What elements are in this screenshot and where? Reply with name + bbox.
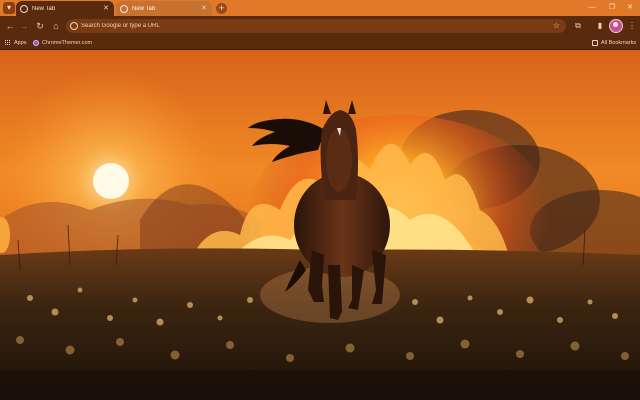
tab-close-icon[interactable]: ✕ xyxy=(102,5,110,13)
new-tab-background xyxy=(0,50,640,400)
bookmark-label: Apps xyxy=(14,40,27,46)
tab-title: New Tab xyxy=(132,5,156,12)
window-close-icon[interactable]: ✕ xyxy=(620,0,640,16)
omnibox-input[interactable] xyxy=(81,20,541,32)
home-icon[interactable]: ⌂ xyxy=(50,20,62,32)
back-arrow-icon[interactable]: ← xyxy=(4,20,16,32)
profile-avatar[interactable] xyxy=(609,19,623,33)
tab-close-icon[interactable]: ✕ xyxy=(200,5,208,13)
new-tab-button[interactable]: + xyxy=(216,3,227,14)
new-tab-favicon-icon xyxy=(20,4,28,13)
bookmark-label: ChromeThemer.com xyxy=(42,40,93,46)
tab-title: New Tab xyxy=(32,5,56,12)
kebab-menu-icon[interactable]: ⋮ xyxy=(626,20,638,32)
side-panel-icon[interactable]: ▮ xyxy=(594,20,606,32)
minimize-icon[interactable]: — xyxy=(582,0,602,16)
bookmarks-bar: Apps ChromeThemer.com All Bookmarks xyxy=(0,36,640,50)
browser-window: ▾ New Tab ✕ New Tab ✕ + — ❐ ✕ ← → ↻ ⌂ ☆ … xyxy=(0,0,640,400)
forward-arrow-icon[interactable]: → xyxy=(18,20,30,32)
toolbar: ← → ↻ ⌂ ☆ ⧉ ▮ ⋮ xyxy=(0,16,640,36)
tab-strip: ▾ New Tab ✕ New Tab ✕ + — ❐ ✕ xyxy=(0,0,640,16)
bookmark-star-icon[interactable]: ☆ xyxy=(553,20,560,32)
reload-icon[interactable]: ↻ xyxy=(34,20,46,32)
tab-new-tab-inactive[interactable]: New Tab ✕ xyxy=(116,1,212,16)
all-bookmarks-label: All Bookmarks xyxy=(601,40,637,46)
bookmark-chromethemer[interactable]: ChromeThemer.com xyxy=(33,38,92,48)
google-icon xyxy=(70,22,78,30)
bookmark-apps[interactable]: Apps xyxy=(5,38,27,48)
tab-search-button[interactable]: ▾ xyxy=(3,2,15,14)
tab-new-tab-active[interactable]: New Tab ✕ xyxy=(16,1,114,16)
new-tab-favicon-icon xyxy=(120,4,128,13)
sunset-horse-wallpaper xyxy=(0,50,640,400)
address-bar[interactable]: ☆ xyxy=(66,19,566,33)
apps-grid-icon xyxy=(5,40,11,46)
extensions-puzzle-icon[interactable]: ⧉ xyxy=(572,20,584,32)
all-bookmarks-button[interactable]: All Bookmarks xyxy=(592,38,636,48)
folder-icon xyxy=(592,40,598,46)
chromethemer-icon xyxy=(33,40,39,46)
maximize-icon[interactable]: ❐ xyxy=(602,0,622,16)
